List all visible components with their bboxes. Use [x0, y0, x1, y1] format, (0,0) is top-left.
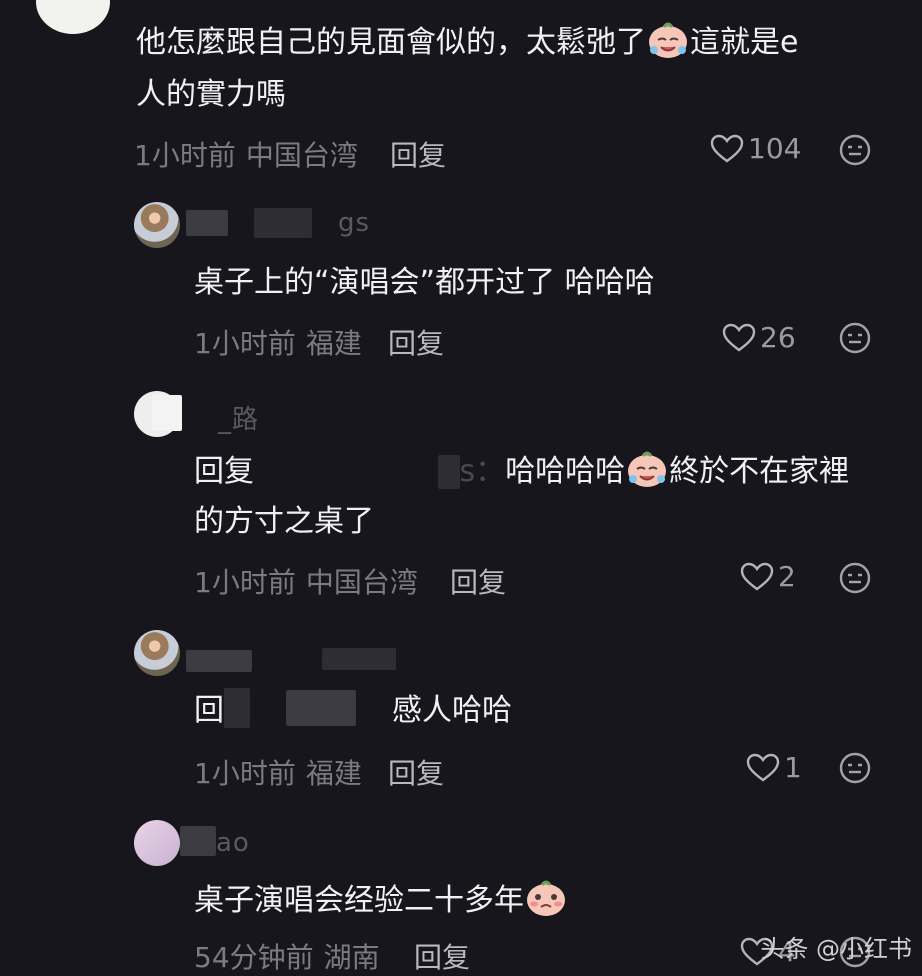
reply-text: 桌子上的“演唱会”都开过了 哈哈哈 — [194, 265, 655, 300]
reply-prefix: 回 — [194, 693, 224, 728]
avatar[interactable] — [36, 0, 110, 34]
reply-button[interactable]: 回复 — [388, 752, 444, 792]
comment-location: 福建 — [305, 327, 362, 360]
reply-button[interactable]: 回复 — [390, 134, 446, 174]
redacted-username-block — [322, 648, 396, 670]
reply-item: _路 回复 s：哈哈哈哈 終於不在家裡 的方寸之桌了 1小时前 中国台湾 回复 2 — [0, 385, 922, 620]
redacted-username-block — [152, 395, 182, 431]
avatar[interactable] — [134, 630, 180, 676]
reply-username[interactable]: _路 — [218, 399, 259, 436]
watermark: 头条 @小红书 — [760, 935, 912, 963]
mentioned-user-suffix: s： — [459, 454, 506, 489]
like-count: 1 — [784, 751, 802, 784]
heart-icon — [740, 562, 774, 590]
comment-meta: 1小时前 福建 — [194, 752, 362, 792]
comment-meta: 1小时前 中国台湾 — [194, 561, 418, 601]
like-button[interactable]: 2 — [740, 560, 796, 593]
comment-item: 他怎麼跟自己的見面會似的，太鬆弛了 這就是e 人的實力嗎 1小时前 中国台湾 回复 … — [0, 0, 922, 190]
like-count: 26 — [760, 321, 796, 354]
reply-text: 回复 s：哈哈哈哈 終於不在家裡 — [194, 443, 849, 500]
reply-button[interactable]: 回复 — [450, 561, 506, 601]
reply-item: gs 桌子上的“演唱会”都开过了 哈哈哈 1小时前 福建 回复 26 — [0, 190, 922, 385]
comment-text: 他怎麼跟自己的見面會似的，太鬆弛了 這就是e — [136, 14, 798, 71]
like-button[interactable]: 1 — [746, 751, 802, 784]
emoji-reaction-icon[interactable] — [838, 751, 872, 785]
comment-time: 1小时前 — [194, 327, 296, 360]
comment-time: 1小时前 — [194, 566, 296, 599]
like-button[interactable]: 26 — [722, 321, 796, 354]
comment-meta: 54分钟前 湖南 — [194, 936, 380, 976]
reply-username[interactable]: gs — [338, 208, 370, 238]
comment-text-line-2: 人的實力嗎 — [136, 77, 286, 112]
redacted-username-block — [437, 455, 460, 489]
heart-icon — [710, 134, 744, 162]
avatar[interactable] — [134, 820, 180, 866]
like-count: 2 — [778, 560, 796, 593]
avatar[interactable] — [134, 202, 180, 248]
emoji-reaction-icon[interactable] — [838, 321, 872, 355]
emoji-reaction-icon[interactable] — [838, 133, 872, 167]
reply-text-line-2: 的方寸之桌了 — [194, 504, 374, 539]
redacted-username-block — [180, 826, 216, 856]
comment-location: 中国台湾 — [305, 566, 418, 599]
comment-location: 福建 — [305, 757, 362, 790]
shy-emoji-icon — [527, 880, 565, 916]
comment-time: 1小时前 — [134, 139, 236, 172]
reply-button[interactable]: 回复 — [388, 322, 444, 362]
redacted-username-block — [286, 690, 356, 726]
crying-laughing-emoji-icon — [628, 451, 667, 487]
reply-text: 桌子演唱会经验二十多年 — [194, 872, 568, 929]
reply-text: 回感人哈哈 — [194, 682, 512, 739]
redacted-username-block — [254, 208, 312, 238]
like-button[interactable]: 104 — [710, 132, 801, 165]
comment-meta: 1小时前 中国台湾 — [134, 134, 358, 174]
redacted-username-block — [186, 210, 228, 236]
redacted-username-block — [224, 688, 250, 728]
crying-laughing-emoji-icon — [649, 22, 687, 58]
reply-prefix: 回复 — [194, 454, 254, 489]
heart-icon — [746, 753, 780, 781]
comment-time: 1小时前 — [194, 757, 296, 790]
emoji-reaction-icon[interactable] — [838, 561, 872, 595]
heart-icon — [722, 323, 756, 351]
redacted-username-block — [186, 650, 252, 672]
comment-location: 中国台湾 — [245, 139, 358, 172]
reply-button[interactable]: 回复 — [414, 936, 470, 976]
like-count: 104 — [748, 132, 802, 165]
reply-item: 回感人哈哈 1小时前 福建 回复 1 — [0, 620, 922, 810]
reply-username[interactable]: ao — [216, 828, 250, 858]
comment-meta: 1小时前 福建 — [194, 322, 362, 362]
